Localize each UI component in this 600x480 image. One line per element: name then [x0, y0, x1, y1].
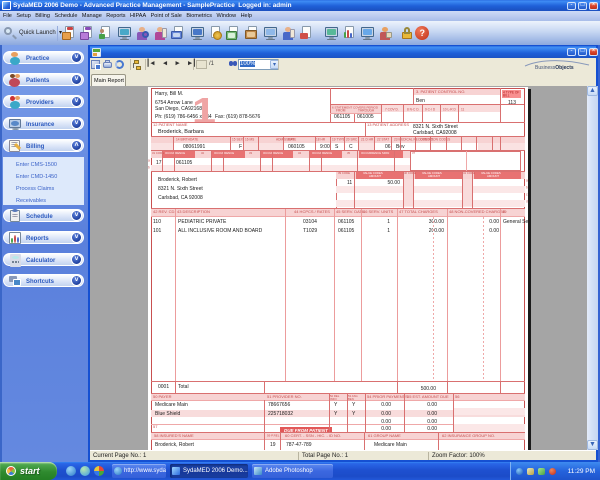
svg-text:BusinessObjects: BusinessObjects	[535, 65, 574, 70]
